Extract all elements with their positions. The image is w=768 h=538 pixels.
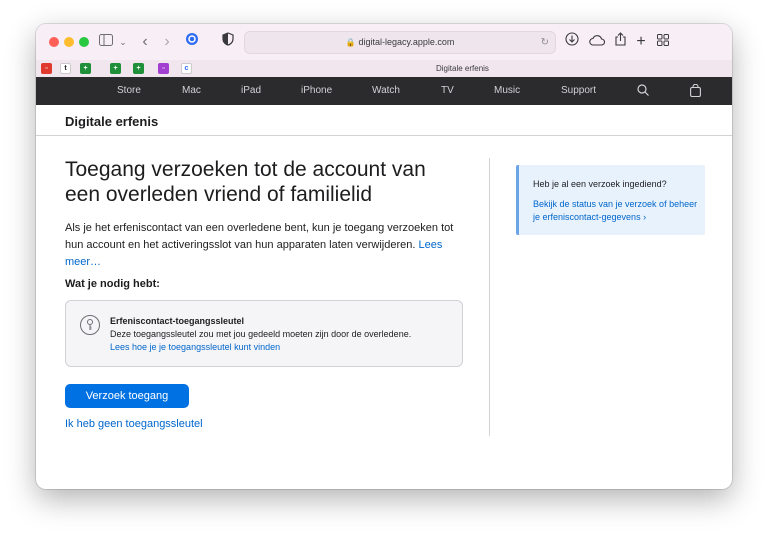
favorite-red-icon[interactable]: ▫ (41, 63, 52, 74)
requirements-heading: Wat je nodig hebt: (65, 278, 160, 290)
back-icon[interactable]: ‹ (138, 32, 152, 52)
reload-icon[interactable]: ↻ (541, 32, 549, 53)
zoom-window-button[interactable] (79, 37, 89, 47)
nav-item-mac[interactable]: Mac (182, 77, 201, 105)
browser-toolbar: ⌄ ‹ › 🔒 digital-legacy.apple.com ↻ + (36, 24, 732, 61)
new-tab-icon[interactable]: + (634, 32, 648, 52)
minimize-window-button[interactable] (64, 37, 74, 47)
favorite-t-icon[interactable]: t (60, 63, 71, 74)
browser-window: ⌄ ‹ › 🔒 digital-legacy.apple.com ↻ + ▫ t … (36, 24, 732, 489)
password-extension-icon[interactable] (184, 32, 200, 52)
card-title: Erfeniscontact-toegangssleutel (110, 316, 245, 326)
check-status-link[interactable]: Bekijk de status van je verzoek of behee… (533, 198, 701, 224)
tab-overview-icon[interactable] (656, 32, 670, 52)
page-header: Digitale erfenis (36, 105, 732, 136)
status-callout: Heb je al een verzoek ingediend? Bekijk … (516, 165, 705, 235)
bag-icon[interactable] (690, 77, 701, 105)
favorite-c-icon[interactable]: c (181, 63, 192, 74)
address-bar[interactable]: 🔒 digital-legacy.apple.com ↻ (244, 31, 556, 54)
intro-body: Als je het erfeniscontact van een overle… (65, 222, 454, 251)
favorite-purple-icon[interactable]: ▫ (158, 63, 169, 74)
nav-item-iphone[interactable]: iPhone (301, 77, 332, 105)
privacy-shield-icon[interactable] (220, 32, 236, 52)
tab-bar: ▫ t + + + ▫ c Digitale erfenis (36, 60, 732, 78)
download-icon[interactable] (564, 32, 580, 52)
nav-item-ipad[interactable]: iPad (241, 77, 261, 105)
key-icon (80, 315, 100, 335)
cloud-icon[interactable] (588, 32, 606, 52)
active-tab[interactable]: Digitale erfenis (436, 60, 489, 77)
page-title: Toegang verzoeken tot de account van een… (65, 158, 426, 206)
nav-item-tv[interactable]: TV (441, 77, 454, 105)
favorite-green-icon[interactable]: + (133, 63, 144, 74)
sidebar-toggle-icon[interactable] (98, 32, 114, 52)
requirement-card: Erfeniscontact-toegangssleutel Deze toeg… (65, 300, 463, 367)
callout-question: Heb je al een verzoek ingediend? (533, 179, 667, 189)
search-icon[interactable] (637, 77, 649, 105)
forward-icon[interactable]: › (160, 32, 174, 52)
share-icon[interactable] (613, 32, 627, 52)
favorite-green-icon[interactable]: + (110, 63, 121, 74)
tab-title: Digitale erfenis (436, 64, 489, 73)
intro-text: Als je het erfeniscontact van een overle… (65, 220, 465, 271)
request-access-button[interactable]: Verzoek toegang (65, 384, 189, 408)
nav-item-store[interactable]: Store (117, 77, 141, 105)
lock-icon: 🔒 (345, 38, 356, 47)
page-header-title[interactable]: Digitale erfenis (65, 105, 158, 139)
chevron-down-icon[interactable]: ⌄ (118, 32, 128, 52)
nav-item-support[interactable]: Support (561, 77, 596, 105)
find-key-link[interactable]: Lees hoe je je toegangssleutel kunt vind… (110, 342, 280, 352)
nav-item-music[interactable]: Music (494, 77, 520, 105)
address-text: digital-legacy.apple.com (358, 37, 455, 47)
no-key-link[interactable]: Ik heb geen toegangssleutel (65, 418, 203, 430)
global-nav: Store Mac iPad iPhone Watch TV Music Sup… (36, 77, 732, 105)
favorite-green-icon[interactable]: + (80, 63, 91, 74)
card-description: Deze toegangssleutel zou met jou gedeeld… (110, 329, 412, 339)
column-divider (489, 158, 490, 436)
close-window-button[interactable] (49, 37, 59, 47)
nav-item-watch[interactable]: Watch (372, 77, 400, 105)
